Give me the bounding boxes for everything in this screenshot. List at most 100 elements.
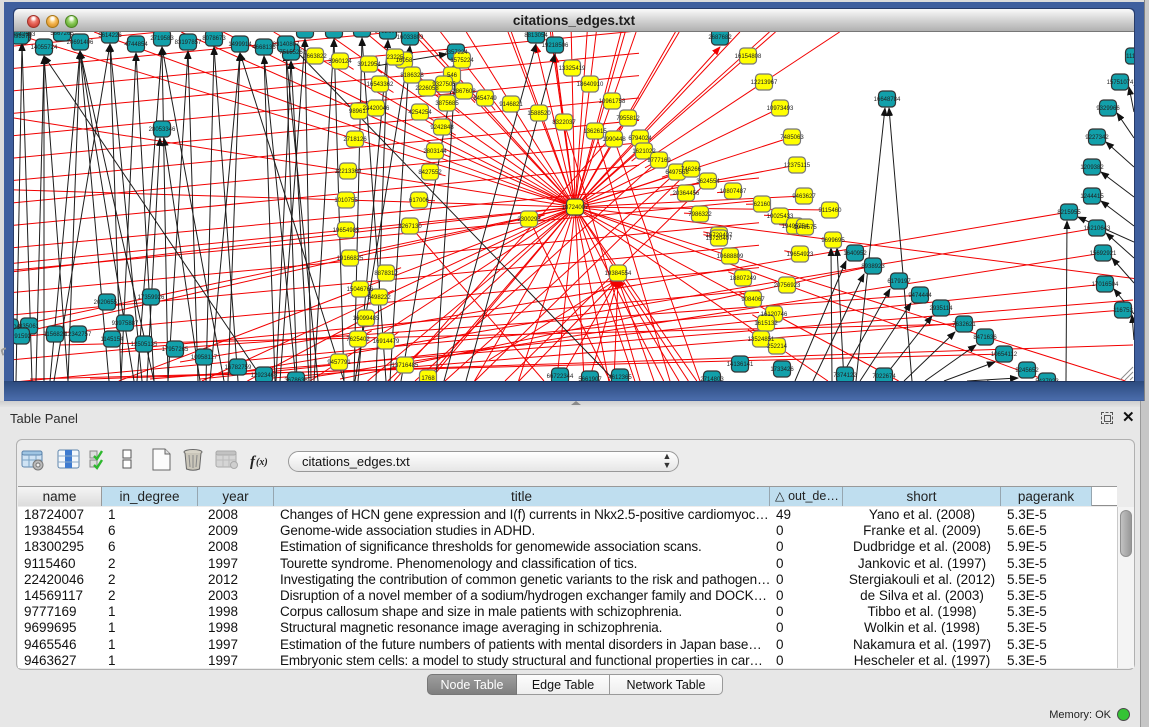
svg-text:20756923: 20756923 (774, 283, 801, 289)
svg-text:10961758: 10961758 (599, 99, 626, 105)
svg-text:28053346: 28053346 (149, 127, 176, 133)
svg-text:19654923: 19654923 (787, 252, 814, 258)
svg-text:19218506: 19218506 (542, 43, 569, 49)
svg-text:15692921: 15692921 (1090, 251, 1117, 257)
svg-text:12213369: 12213369 (335, 169, 362, 175)
svg-text:6794024: 6794024 (628, 136, 652, 142)
svg-text:1575224: 1575224 (450, 58, 474, 64)
svg-text:9227342: 9227342 (1085, 135, 1109, 141)
svg-text:8427552: 8427552 (418, 170, 442, 176)
svg-text:9699695: 9699695 (821, 238, 845, 244)
svg-text:19166825: 19166825 (337, 256, 364, 262)
svg-text:9146821: 9146821 (499, 102, 523, 108)
svg-text:20364456: 20364456 (673, 191, 700, 197)
svg-text:9463627: 9463627 (792, 194, 816, 200)
svg-text:1615132: 1615132 (754, 321, 778, 327)
svg-text:3267130: 3267130 (398, 224, 422, 230)
svg-text:9115460: 9115460 (819, 208, 843, 214)
svg-text:16099485: 16099485 (353, 316, 380, 322)
svg-text:12342757: 12342757 (65, 332, 92, 338)
svg-text:13524851: 13524851 (748, 337, 775, 343)
svg-text:9242848: 9242848 (430, 125, 454, 131)
svg-text:1640952: 1640952 (843, 251, 867, 257)
svg-text:7663822: 7663822 (303, 54, 327, 60)
svg-text:7485063: 7485063 (780, 135, 804, 141)
svg-text:4744854: 4744854 (124, 42, 148, 48)
svg-text:18807249: 18807249 (730, 276, 757, 282)
svg-text:12505135: 12505135 (131, 342, 158, 348)
svg-text:8938923: 8938923 (861, 264, 885, 270)
svg-text:7986322: 7986322 (688, 212, 712, 218)
svg-text:11174: 11174 (1126, 54, 1134, 60)
svg-text:5437923: 5437923 (1035, 379, 1059, 381)
svg-text:2226058: 2226058 (415, 86, 439, 92)
svg-text:10025433: 10025433 (767, 214, 794, 220)
svg-text:9478454: 9478454 (293, 32, 317, 34)
svg-text:12375115: 12375115 (784, 163, 811, 169)
svg-text:17016504: 17016504 (1092, 282, 1119, 288)
svg-text:10958117: 10958117 (191, 355, 218, 361)
svg-text:83140807: 83140807 (273, 42, 300, 48)
svg-text:15046766: 15046766 (347, 287, 374, 293)
svg-text:36687537: 36687537 (349, 32, 376, 33)
svg-text:15751074: 15751074 (1107, 80, 1134, 86)
svg-text:1209382: 1209382 (1080, 165, 1104, 171)
svg-text:10688809: 10688809 (717, 254, 744, 260)
svg-text:9329966: 9329966 (1096, 106, 1120, 112)
svg-text:16033809: 16033809 (397, 35, 424, 41)
svg-text:1621022: 1621022 (632, 149, 656, 155)
svg-text:4698379: 4698379 (14, 34, 32, 40)
svg-text:16120746: 16120746 (761, 312, 788, 318)
svg-text:2935114: 2935114 (930, 306, 954, 312)
svg-text:9474444: 9474444 (908, 293, 932, 299)
svg-text:8471636: 8471636 (973, 335, 997, 341)
svg-text:10973493: 10973493 (767, 106, 794, 112)
svg-text:10654112: 10654112 (991, 352, 1018, 358)
svg-text:12923468: 12923468 (251, 373, 278, 379)
svg-text:7374122: 7374122 (833, 373, 857, 379)
svg-text:15720407: 15720407 (706, 236, 733, 242)
svg-text:252214: 252214 (767, 344, 788, 350)
svg-text:9084067: 9084067 (741, 297, 765, 303)
svg-text:1362615: 1362615 (583, 129, 607, 135)
svg-text:1244415: 1244415 (1080, 194, 1104, 200)
svg-text:617006: 617006 (409, 198, 430, 204)
svg-text:8813054: 8813054 (524, 33, 548, 39)
svg-text:3678638: 3678638 (284, 378, 308, 381)
svg-text:66722344: 66722344 (547, 374, 574, 380)
svg-text:(x): (x) (256, 457, 268, 468)
svg-text:1145154: 1145154 (101, 337, 125, 343)
svg-text:9777169: 9777169 (647, 158, 671, 164)
svg-text:17359926: 17359926 (138, 295, 165, 301)
svg-text:7022674: 7022674 (872, 374, 896, 380)
svg-text:10807487: 10807487 (720, 189, 747, 195)
svg-text:3960124: 3960124 (328, 59, 352, 65)
svg-text:16914479: 16914479 (373, 339, 400, 345)
svg-text:546: 546 (447, 73, 458, 79)
svg-text:16782759: 16782759 (225, 365, 252, 371)
svg-text:23225: 23225 (387, 55, 404, 61)
svg-text:14055724: 14055724 (31, 45, 58, 51)
svg-text:5661907: 5661907 (578, 377, 602, 381)
svg-text:20206551: 20206551 (94, 300, 121, 306)
svg-text:5667265: 5667265 (50, 32, 74, 37)
svg-text:1949575: 1949575 (793, 225, 817, 231)
svg-text:1156829: 1156829 (44, 332, 68, 338)
svg-text:16543362: 16543362 (367, 82, 394, 88)
svg-text:8322037: 8322037 (552, 120, 576, 126)
svg-text:1990448: 1990448 (602, 137, 626, 143)
svg-text:1768: 1768 (421, 376, 435, 381)
svg-text:16648784: 16648784 (874, 97, 901, 103)
svg-text:1588520: 1588520 (527, 111, 551, 117)
svg-text:5498222: 5498222 (367, 295, 391, 301)
svg-text:835061: 835061 (19, 324, 40, 330)
svg-text:20691406: 20691406 (67, 40, 94, 46)
svg-text:4254254: 4254254 (408, 110, 432, 116)
svg-text:1499914: 1499914 (228, 42, 252, 48)
svg-text:7625402: 7625402 (346, 337, 370, 343)
svg-text:12213967: 12213967 (751, 80, 778, 86)
svg-text:5614226: 5614226 (98, 33, 122, 39)
svg-text:3875685: 3875685 (435, 101, 459, 107)
svg-text:16210643: 16210643 (1084, 226, 1111, 232)
svg-text:9457791: 9457791 (327, 360, 351, 366)
